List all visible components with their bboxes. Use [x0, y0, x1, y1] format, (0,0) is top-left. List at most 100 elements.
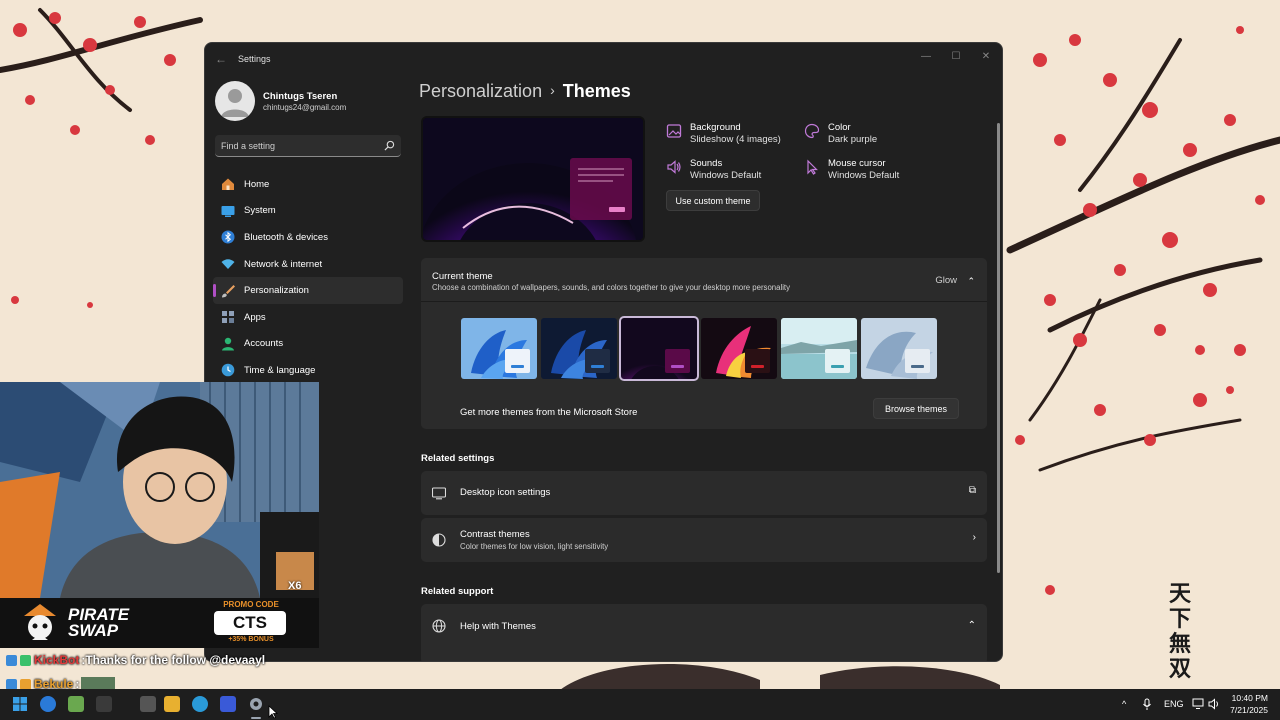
background-setting[interactable]: Background Slideshow (4 images)	[666, 122, 781, 146]
mouse-pointer-icon	[268, 705, 278, 719]
multiplier-badge: X6	[288, 580, 302, 592]
cursor-icon	[807, 159, 818, 175]
theme-thumb-sunrise[interactable]	[781, 318, 857, 379]
sidebar-item-apps[interactable]: Apps	[213, 304, 403, 331]
promo-label: PROMO CODE	[223, 600, 279, 609]
chat-message: KickBot : Thanks for the follow @devaayl	[0, 650, 265, 670]
settings-gear-icon[interactable]	[248, 696, 264, 712]
apps-icon	[222, 311, 234, 324]
search-box[interactable]	[215, 135, 401, 157]
store-themes-text: Get more themes from the Microsoft Store	[460, 407, 638, 418]
app-icon[interactable]	[140, 696, 156, 712]
glow-wallpaper-preview	[423, 118, 643, 240]
page-title: Themes	[562, 81, 631, 101]
maximize-button[interactable]: ☐	[942, 47, 970, 67]
webcam-overlay: X6	[0, 382, 319, 598]
back-arrow-icon[interactable]: ←	[215, 52, 227, 66]
help-with-themes-row[interactable]: Help with Themes ⌃	[421, 604, 987, 661]
person-silhouette-icon	[221, 89, 249, 117]
telegram-icon[interactable]	[192, 696, 208, 712]
pirate-logo-icon	[24, 604, 56, 640]
clock-time[interactable]: 10:40 PM	[1232, 693, 1268, 703]
mouse-cursor-setting[interactable]: Mouse cursor Windows Default	[804, 158, 899, 182]
breadcrumb: Personalization › Themes	[419, 81, 631, 102]
sidebar-item-home[interactable]: Home	[213, 171, 403, 198]
minimize-button[interactable]: —	[912, 47, 940, 67]
sidebar-item-personalization[interactable]: Personalization	[213, 277, 403, 304]
theme-thumb-captured-motion[interactable]	[701, 318, 777, 379]
settings-window: ← Settings — ☐ ✕ Chintugs Tseren chintug…	[204, 42, 1003, 662]
theme-thumb-glow[interactable]	[619, 316, 699, 381]
theme-mini-window	[585, 349, 610, 373]
sidebar-item-accounts[interactable]: Accounts	[213, 331, 403, 358]
calligraphy-char: 双	[1168, 656, 1191, 682]
sidebar-item-label: Personalization	[244, 285, 309, 297]
browser-icon[interactable]	[40, 696, 56, 712]
home-icon	[222, 178, 234, 191]
chat-username: KickBot	[34, 653, 80, 667]
file-explorer-icon[interactable]	[164, 696, 180, 712]
search-icon[interactable]	[384, 140, 395, 151]
app-icon[interactable]	[220, 696, 236, 712]
tray-overflow-chevron[interactable]: ^	[1122, 689, 1126, 720]
language-indicator[interactable]: ENG	[1164, 689, 1184, 720]
sidebar-item-bluetooth[interactable]: Bluetooth & devices	[213, 224, 403, 251]
scrollbar[interactable]	[997, 123, 1000, 573]
wifi-icon	[221, 259, 235, 270]
theme-mini-window	[825, 349, 850, 373]
breadcrumb-separator: ›	[550, 82, 555, 98]
app-icon[interactable]	[96, 696, 112, 712]
use-custom-theme-button[interactable]: Use custom theme	[666, 190, 760, 211]
speaker-icon	[667, 160, 681, 174]
browse-themes-button[interactable]: Browse themes	[873, 398, 959, 419]
background-value: Slideshow (4 images)	[690, 134, 781, 145]
sidebar-item-label: System	[244, 205, 276, 217]
sounds-value: Windows Default	[690, 170, 762, 181]
taskbar: ^ ENG 10:40 PM 7/21/2025	[0, 689, 1280, 720]
network-icon[interactable]	[1192, 698, 1204, 710]
color-setting[interactable]: Color Dark purple	[804, 122, 877, 146]
related-support-heading: Related support	[421, 586, 494, 597]
app-icon[interactable]	[68, 696, 84, 712]
help-with-themes-label: Help with Themes	[460, 621, 536, 632]
theme-thumb-windows-light[interactable]	[461, 318, 537, 379]
search-input[interactable]	[221, 135, 381, 157]
monitor-icon	[221, 205, 235, 217]
sounds-setting[interactable]: Sounds Windows Default	[666, 158, 761, 182]
breadcrumb-parent[interactable]: Personalization	[419, 81, 542, 101]
desktop-icon-settings-row[interactable]: Desktop icon settings ⧉	[421, 471, 987, 515]
theme-mini-window	[505, 349, 530, 373]
volume-icon[interactable]	[1208, 698, 1221, 710]
microphone-icon[interactable]	[1142, 698, 1152, 711]
windows-start-icon[interactable]	[12, 696, 28, 712]
calligraphy-char: 無	[1168, 631, 1191, 657]
promo-code: CTS	[214, 611, 286, 635]
sidebar-item-label: Accounts	[244, 338, 284, 350]
theme-mini-window	[905, 349, 930, 373]
clock-date[interactable]: 7/21/2025	[1230, 705, 1268, 715]
sidebar-item-network[interactable]: Network & internet	[213, 251, 403, 278]
background-title: Background	[690, 122, 741, 133]
contrast-themes-row[interactable]: Contrast themes Color themes for low vis…	[421, 518, 987, 562]
chevron-up-icon[interactable]: ⌃	[967, 276, 975, 287]
theme-preview	[421, 116, 645, 242]
sponsor-banner: PIRATE SWAP PROMO CODE CTS +35% BONUS	[0, 598, 319, 648]
verified-icon	[20, 654, 31, 666]
profile-email: chintugs24@gmail.com	[263, 103, 347, 112]
theme-thumb-windows-dark[interactable]	[541, 318, 617, 379]
active-app-indicator	[251, 717, 261, 719]
sidebar-item-time-language[interactable]: Time & language	[213, 357, 403, 384]
avatar[interactable]	[215, 81, 255, 121]
current-theme-header[interactable]: Current theme Choose a combination of wa…	[421, 258, 987, 302]
sidebar-item-system[interactable]: System	[213, 198, 403, 225]
desktop-icon-settings-label: Desktop icon settings	[460, 487, 551, 498]
brush-icon	[222, 284, 235, 298]
desktop-icon	[432, 487, 446, 500]
sidebar-nav: Home System Bluetooth & devices Network …	[213, 171, 403, 384]
chevron-up-icon[interactable]: ⌃	[968, 620, 976, 631]
current-theme-title: Current theme	[432, 271, 493, 282]
title-bar: ← Settings — ☐ ✕	[205, 43, 1002, 75]
contrast-icon	[432, 533, 446, 547]
close-button[interactable]: ✕	[972, 47, 1000, 67]
theme-thumb-flow[interactable]	[861, 318, 937, 379]
